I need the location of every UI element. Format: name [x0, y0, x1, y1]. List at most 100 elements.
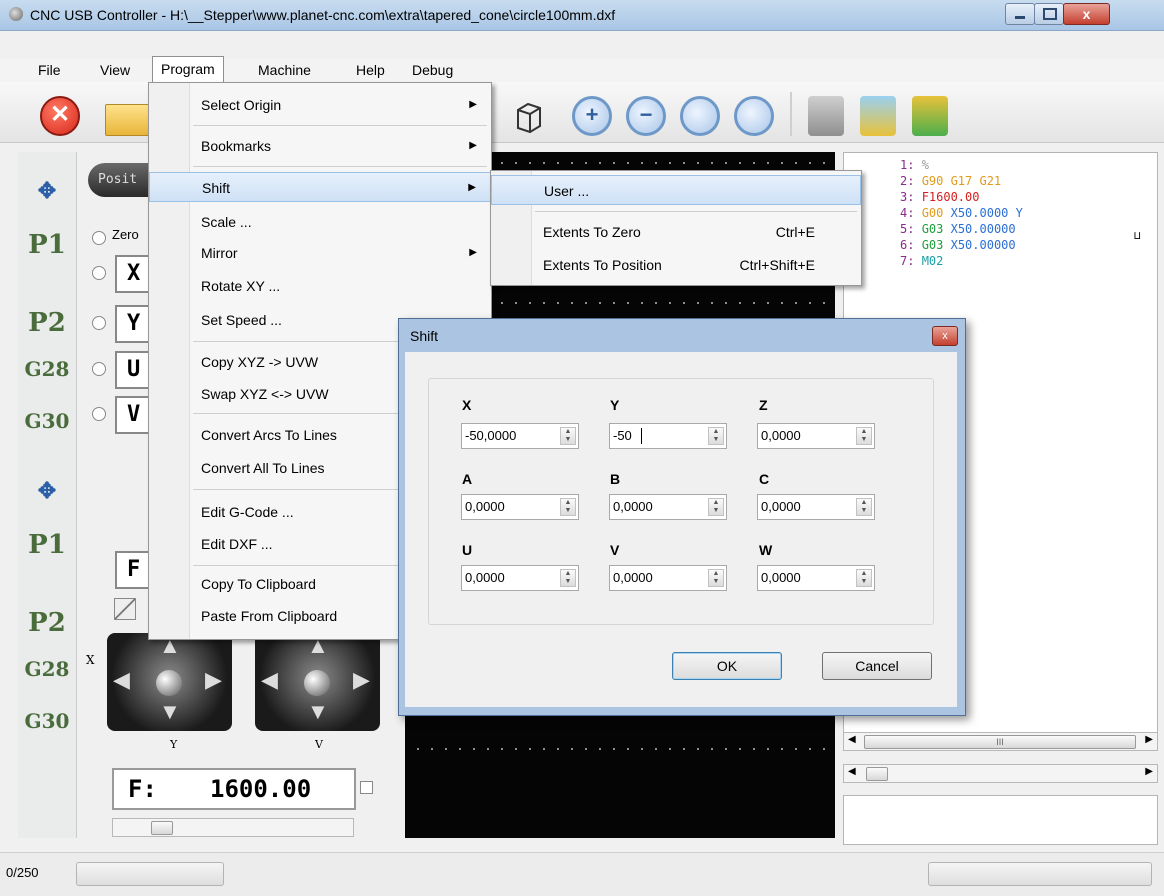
gcode-line[interactable]: 6: G03 X50.00000 [900, 238, 1016, 252]
gcode-line[interactable]: 2: G90 G17 G21 [900, 174, 1001, 188]
submenu-arrow-icon: ▶ [468, 182, 476, 193]
zero-radio[interactable] [92, 231, 106, 245]
move-arrows-icon[interactable]: ✥ [22, 468, 72, 514]
menu-item-shortcut: Ctrl+E [775, 224, 815, 240]
gcode-line[interactable]: 4: G00 X50.0000 Y [900, 206, 1023, 220]
field-z-input[interactable]: 0,0000 ▲ ▼ [757, 423, 875, 449]
gcode-line[interactable]: 7: M02 [900, 254, 943, 268]
axis-v-radio[interactable] [92, 407, 106, 421]
menu-item-shift[interactable]: Shift ▶ [149, 172, 491, 202]
menu-item-extents-to-zero[interactable]: Extents To Zero Ctrl+E [491, 217, 861, 247]
menu-item-select-origin[interactable]: Select Origin ▶ [149, 90, 491, 120]
field-c-input[interactable]: 0,0000 ▲ ▼ [757, 494, 875, 520]
minimize-button[interactable] [1005, 3, 1035, 25]
menu-view[interactable]: View [92, 58, 138, 82]
slider-2[interactable]: ◀ ▶ [843, 764, 1158, 783]
scroll-right-icon[interactable]: ▶ [1145, 734, 1153, 745]
stop-icon[interactable]: ✕ [40, 96, 80, 136]
field-v-input[interactable]: 0,0000 ▲ ▼ [609, 565, 727, 591]
field-x-input[interactable]: -50,0000 ▲ ▼ [461, 423, 579, 449]
menu-item-mirror[interactable]: Mirror ▶ [149, 238, 491, 268]
spin-arrows-icon[interactable]: ▲ ▼ [708, 498, 724, 516]
menu-program[interactable]: Program [152, 56, 224, 83]
menu-item-rotate-xy[interactable]: Rotate XY ... [149, 271, 491, 301]
field-y-input[interactable]: -50 ▲ ▼ [609, 423, 727, 449]
field-a-input[interactable]: 0,0000 ▲ ▼ [461, 494, 579, 520]
tool-length-icon[interactable] [912, 96, 948, 136]
axis-u-radio[interactable] [92, 362, 106, 376]
set-g30-button[interactable]: G30 [22, 698, 72, 744]
dialog-close-button[interactable]: x [932, 326, 958, 346]
spin-arrows-icon[interactable]: ▲ ▼ [856, 498, 872, 516]
scroll-left-icon[interactable]: ◀ [848, 734, 856, 745]
menu-item-label: Convert Arcs To Lines [201, 427, 337, 443]
spin-arrows-icon[interactable]: ▲ ▼ [856, 427, 872, 445]
field-w-label: W [759, 542, 773, 558]
set-p2-button[interactable]: P2 [22, 600, 72, 646]
spin-arrows-icon[interactable]: ▲ ▼ [560, 427, 576, 445]
gcode-line-number: 3: [900, 190, 915, 204]
gcode-scroll-thumb[interactable]: III [864, 735, 1136, 749]
3d-view-icon[interactable] [512, 100, 542, 134]
goto-p2-button[interactable]: P2 [22, 300, 72, 346]
field-x-label: X [462, 397, 472, 413]
status-field [928, 862, 1152, 886]
gcode-line[interactable]: 1: % [900, 158, 929, 172]
slider-2-thumb[interactable] [866, 767, 888, 781]
field-b-label: B [610, 471, 621, 487]
menu-machine[interactable]: Machine [250, 58, 319, 82]
menu-item-shift-user[interactable]: User ... [491, 175, 861, 205]
zoom-out-icon[interactable]: − [626, 96, 666, 136]
menu-help[interactable]: Help [348, 58, 393, 82]
spin-arrows-icon[interactable]: ▲ ▼ [856, 569, 872, 587]
set-g28-button[interactable]: G28 [22, 646, 72, 692]
set-p1-button[interactable]: P1 [22, 522, 72, 568]
edit-icon[interactable] [114, 598, 136, 620]
menu-separator [193, 166, 487, 167]
spin-arrows-icon[interactable]: ▲ ▼ [708, 427, 724, 445]
feed-override-checkbox[interactable] [360, 781, 373, 794]
feed-slider-thumb[interactable] [151, 821, 173, 835]
submenu-arrow-icon: ▶ [469, 247, 477, 258]
zoom-window-icon[interactable] [734, 96, 774, 136]
goto-p1-button[interactable]: P1 [22, 222, 72, 268]
spin-arrows-icon[interactable]: ▲ ▼ [560, 498, 576, 516]
zoom-in-icon[interactable]: + [572, 96, 612, 136]
close-button[interactable]: x [1063, 3, 1110, 25]
open-folder-icon[interactable] [105, 104, 151, 136]
uv-jog-pad[interactable]: ▲ ▼ ◀ ▶ [255, 633, 380, 731]
move-arrows-icon[interactable]: ✥ [22, 168, 72, 214]
tool-change-icon[interactable] [860, 96, 896, 136]
scroll-left-icon[interactable]: ◀ [848, 766, 856, 777]
ok-button[interactable]: OK [672, 652, 782, 680]
menu-item-bookmarks[interactable]: Bookmarks ▶ [149, 131, 491, 161]
axis-x-radio[interactable] [92, 266, 106, 280]
goto-g28-button[interactable]: G28 [22, 346, 72, 392]
menu-item-extents-to-position[interactable]: Extents To Position Ctrl+Shift+E [491, 250, 861, 280]
scroll-right-icon[interactable]: ▶ [1145, 766, 1153, 777]
maximize-button[interactable] [1034, 3, 1064, 25]
spin-arrows-icon[interactable]: ▲ ▼ [708, 569, 724, 587]
cancel-button[interactable]: Cancel [822, 652, 932, 680]
zoom-fit-icon[interactable] [680, 96, 720, 136]
gcode-hscrollbar[interactable]: ◀ III ▶ [843, 732, 1158, 751]
spindle-icon[interactable] [808, 96, 844, 136]
field-v-value: 0,0000 [613, 570, 653, 585]
menu-file[interactable]: File [30, 58, 69, 82]
field-u-input[interactable]: 0,0000 ▲ ▼ [461, 565, 579, 591]
info-panel [843, 795, 1158, 845]
field-w-input[interactable]: 0,0000 ▲ ▼ [757, 565, 875, 591]
goto-g30-button[interactable]: G30 [22, 398, 72, 444]
menu-item-label: Rotate XY ... [201, 278, 281, 294]
menu-item-scale[interactable]: Scale ... [149, 207, 491, 237]
xy-jog-pad[interactable]: ▲ ▼ ◀ ▶ [107, 633, 232, 731]
shift-submenu: User ... Extents To Zero Ctrl+E Extents T… [490, 170, 862, 286]
gcode-line[interactable]: 3: F1600.00 [900, 190, 979, 204]
feed-slider[interactable] [112, 818, 354, 837]
spin-arrows-icon[interactable]: ▲ ▼ [560, 569, 576, 587]
field-b-input[interactable]: 0,0000 ▲ ▼ [609, 494, 727, 520]
gcode-line[interactable]: 5: G03 X50.00000 [900, 222, 1016, 236]
window-title: CNC USB Controller - H:\__Stepper\www.pl… [30, 7, 616, 23]
menu-debug[interactable]: Debug [404, 58, 461, 82]
axis-y-radio[interactable] [92, 316, 106, 330]
